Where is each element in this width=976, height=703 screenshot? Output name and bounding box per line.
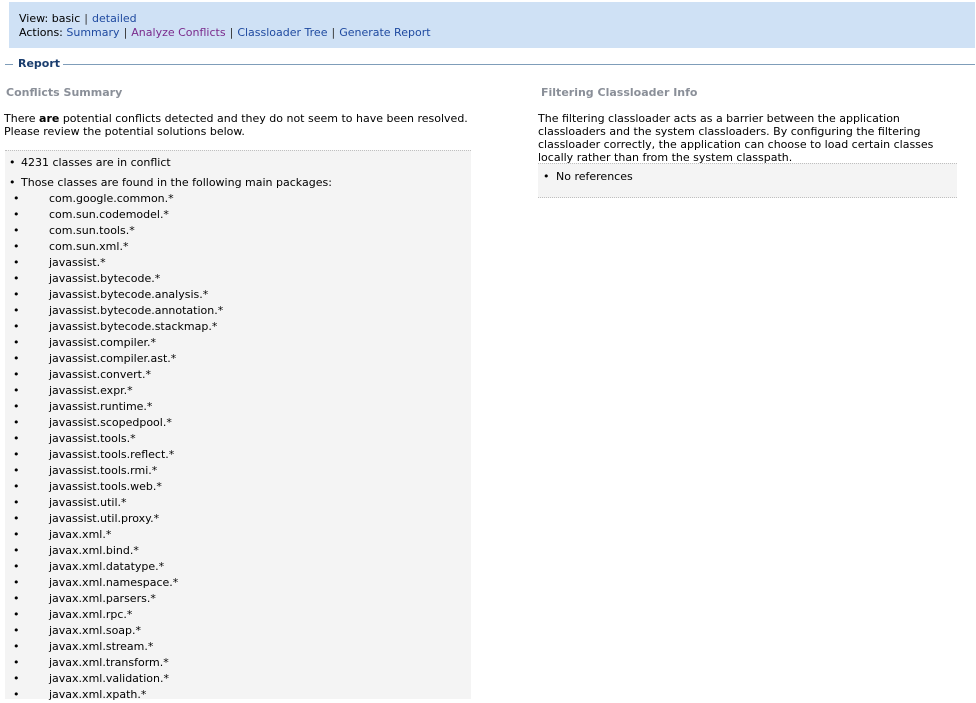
packages-heading: Those classes are found in the following… — [21, 176, 332, 189]
package-list-item: javassist.compiler.* — [5, 335, 471, 351]
package-list-item: javassist.util.* — [5, 495, 471, 511]
package-list-item: com.sun.tools.* — [5, 223, 471, 239]
package-list-item: javax.xml.validation.* — [5, 671, 471, 687]
filtering-description: The filtering classloader acts as a barr… — [538, 112, 934, 164]
conflict-count-item: 4231 classes are in conflict — [5, 155, 471, 171]
package-list-item: javassist.tools.rmi.* — [5, 463, 471, 479]
package-list-item: javassist.scopedpool.* — [5, 415, 471, 431]
view-basic-current: basic — [51, 12, 81, 25]
classloader-tree-link[interactable]: Classloader Tree — [237, 26, 327, 39]
intro-text-end: potential conflicts detected and they do… — [4, 112, 468, 138]
conflict-count-text: 4231 classes are in conflict — [21, 156, 171, 169]
package-list-item: javax.xml.xpath.* — [5, 687, 471, 703]
view-label: View: — [19, 12, 49, 25]
generate-report-link[interactable]: Generate Report — [339, 26, 430, 39]
conflicts-list-panel: 4231 classes are in conflict Those class… — [5, 150, 471, 703]
filtering-references-panel: No references — [538, 163, 957, 198]
package-list-item: javassist.convert.* — [5, 367, 471, 383]
summary-link[interactable]: Summary — [66, 26, 119, 39]
package-list-item: javax.xml.bind.* — [5, 543, 471, 559]
conflicts-intro: There are potential conflicts detected a… — [4, 112, 486, 138]
package-list-item: javassist.util.proxy.* — [5, 511, 471, 527]
package-list-item: javax.xml.* — [5, 527, 471, 543]
intro-text-emphasis: are — [39, 112, 60, 125]
separator: | — [229, 26, 234, 39]
package-list: com.google.common.*com.sun.codemodel.*co… — [5, 191, 471, 703]
separator: | — [84, 12, 88, 25]
package-list-item: javassist.tools.reflect.* — [5, 447, 471, 463]
legend-rule-right — [63, 64, 975, 65]
package-list-item: com.sun.xml.* — [5, 239, 471, 255]
view-detailed-link[interactable]: detailed — [92, 12, 137, 25]
package-list-item: javax.xml.namespace.* — [5, 575, 471, 591]
package-list-item: javassist.tools.* — [5, 431, 471, 447]
package-list-item: javax.xml.stream.* — [5, 639, 471, 655]
legend-rule-left — [5, 64, 13, 65]
package-list-item: javassist.expr.* — [5, 383, 471, 399]
view-actions-bar: View: basic | detailed Actions: Summary | An… — [9, 2, 975, 48]
package-list-item: javassist.bytecode.analysis.* — [5, 287, 471, 303]
actions-row: Actions: Summary | Analyze Conflicts | Class… — [19, 26, 431, 40]
no-references-item: No references — [538, 169, 957, 185]
package-list-item: javax.xml.datatype.* — [5, 559, 471, 575]
report-fieldset-legend: Report — [0, 57, 976, 71]
actions-label: Actions: — [19, 26, 63, 39]
package-list-item: javassist.bytecode.annotation.* — [5, 303, 471, 319]
package-list-item: com.google.common.* — [5, 191, 471, 207]
conflicts-summary-title: Conflicts Summary — [6, 86, 123, 99]
package-list-item: javassist.compiler.ast.* — [5, 351, 471, 367]
view-row: View: basic | detailed — [19, 12, 137, 26]
filtering-classloader-title: Filtering Classloader Info — [541, 86, 698, 99]
package-list-item: javassist.runtime.* — [5, 399, 471, 415]
separator: | — [123, 26, 128, 39]
package-list-item: javax.xml.soap.* — [5, 623, 471, 639]
packages-item: Those classes are found in the following… — [5, 175, 471, 703]
package-list-item: javax.xml.rpc.* — [5, 607, 471, 623]
package-list-item: javassist.* — [5, 255, 471, 271]
no-references-text: No references — [556, 170, 633, 183]
intro-text-start: There — [4, 112, 40, 125]
package-list-item: javassist.bytecode.stackmap.* — [5, 319, 471, 335]
separator: | — [331, 26, 336, 39]
package-list-item: javax.xml.parsers.* — [5, 591, 471, 607]
package-list-item: javax.xml.transform.* — [5, 655, 471, 671]
package-list-item: javassist.bytecode.* — [5, 271, 471, 287]
report-legend-text: Report — [18, 57, 61, 70]
package-list-item: javassist.tools.web.* — [5, 479, 471, 495]
analyze-conflicts-link[interactable]: Analyze Conflicts — [131, 26, 225, 39]
package-list-item: com.sun.codemodel.* — [5, 207, 471, 223]
